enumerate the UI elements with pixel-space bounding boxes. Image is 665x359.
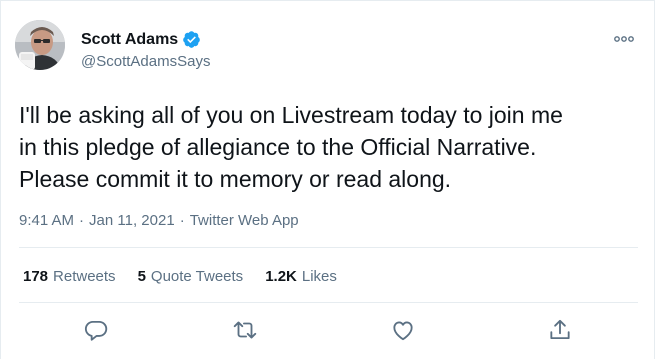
tweet-time[interactable]: 9:41 AM [19, 212, 74, 229]
like-icon [393, 321, 413, 341]
tweet-date[interactable]: Jan 11, 2021 [89, 212, 175, 229]
like-button[interactable] [390, 317, 416, 343]
more-options-icon[interactable] [613, 31, 635, 47]
share-icon [550, 319, 570, 340]
profile-photo-icon [15, 20, 65, 70]
divider [19, 247, 638, 248]
author-handle[interactable]: @ScottAdamsSays [81, 53, 210, 70]
meta-separator: · [79, 212, 85, 229]
stat-label: Quote Tweets [150, 268, 244, 285]
tweet-card: Scott Adams @ScottAdamsSays I'll be aski… [0, 0, 655, 359]
author-name-row[interactable]: Scott Adams [81, 30, 201, 49]
tweet-text: I'll be asking all of you on Livestream … [19, 102, 563, 192]
meta-separator: · [179, 212, 185, 229]
divider [19, 302, 638, 303]
reply-icon [84, 320, 108, 341]
share-button[interactable] [547, 317, 573, 343]
retweet-icon [233, 321, 257, 339]
stat-count: 178 [23, 268, 49, 285]
action-bar [1, 317, 656, 347]
author-display-name[interactable]: Scott Adams [81, 31, 178, 49]
reply-button[interactable] [83, 317, 109, 343]
stat-retweets[interactable]: 178 Retweets [23, 268, 116, 285]
avatar[interactable] [15, 20, 65, 70]
engagement-stats: 178 Retweets 5 Quote Tweets 1.2K Likes [23, 268, 359, 285]
stat-count: 5 [137, 268, 146, 285]
stat-quote-tweets[interactable]: 5 Quote Tweets [138, 268, 244, 285]
tweet-source[interactable]: Twitter Web App [190, 212, 299, 229]
tweet-meta: 9:41 AM · Jan 11, 2021 · Twitter Web App [19, 212, 299, 229]
stat-label: Likes [301, 268, 337, 285]
verified-badge-icon [183, 31, 201, 48]
stat-count: 1.2K [265, 268, 297, 285]
retweet-button[interactable] [232, 317, 258, 343]
stat-label: Retweets [53, 268, 116, 285]
stat-likes[interactable]: 1.2K Likes [265, 268, 337, 285]
